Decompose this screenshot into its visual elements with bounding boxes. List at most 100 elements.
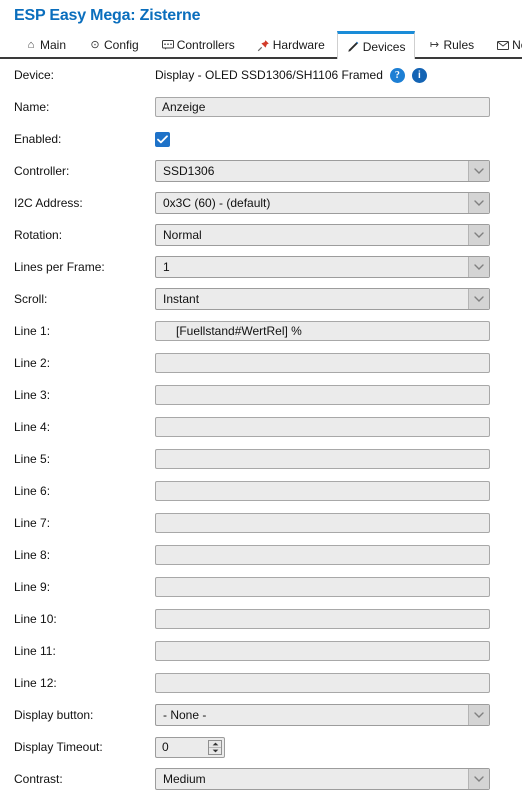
tab-controllers[interactable]: Controllers — [151, 32, 245, 57]
line-12-label: Line 12: — [14, 676, 57, 690]
chevron-down-icon — [468, 225, 489, 245]
tab-config[interactable]: ⊙ Config — [78, 32, 149, 57]
info-icon[interactable]: i — [411, 67, 427, 83]
line-11-input[interactable] — [155, 641, 490, 661]
line-3-input[interactable] — [155, 385, 490, 405]
display-button-select-value: - None - — [163, 708, 207, 722]
chevron-down-icon — [468, 769, 489, 789]
help-icon[interactable]: ? — [389, 67, 405, 83]
envelope-icon — [496, 38, 510, 52]
controller-select-value: SSD1306 — [163, 164, 215, 178]
name-label: Name: — [14, 100, 50, 114]
chevron-down-icon — [468, 257, 489, 277]
controller-label: Controller: — [14, 164, 70, 178]
line-6-label: Line 6: — [14, 484, 51, 498]
tab-controllers-label: Controllers — [176, 38, 235, 52]
line-4-label: Line 4: — [14, 420, 51, 434]
plug-icon — [347, 40, 361, 54]
line-8-input[interactable] — [155, 545, 490, 565]
row-line-6: Line 6: — [14, 475, 508, 507]
row-line-2: Line 2: — [14, 347, 508, 379]
rotation-select-value: Normal — [163, 228, 202, 242]
row-line-1: Line 1: — [14, 315, 508, 347]
row-name: Name: — [14, 91, 508, 123]
tab-hardware[interactable]: Hardware — [247, 32, 335, 57]
line-11-label: Line 11: — [14, 644, 56, 658]
stepper-down-icon[interactable] — [209, 748, 221, 754]
line-10-input[interactable] — [155, 609, 490, 629]
line-9-label: Line 9: — [14, 580, 51, 594]
line-4-input[interactable] — [155, 417, 490, 437]
tab-rules-label: Rules — [443, 38, 475, 52]
rotation-select[interactable]: Normal — [155, 224, 490, 246]
tab-devices-label: Devices — [362, 39, 406, 54]
pushpin-icon — [257, 38, 271, 52]
chevron-down-icon — [468, 289, 489, 309]
page-title: ESP Easy Mega: Zisterne — [14, 7, 201, 24]
enabled-checkbox[interactable] — [155, 131, 170, 147]
lines-per-frame-select-value: 1 — [163, 260, 170, 274]
scroll-label: Scroll: — [14, 292, 48, 306]
row-line-3: Line 3: — [14, 379, 508, 411]
contrast-select[interactable]: Medium — [155, 768, 490, 790]
row-line-11: Line 11: — [14, 635, 508, 667]
line-2-label: Line 2: — [14, 356, 51, 370]
rotation-label: Rotation: — [14, 228, 63, 242]
row-display-button: Display button: - None - — [14, 699, 508, 731]
chevron-down-icon — [468, 705, 489, 725]
row-line-12: Line 12: — [14, 667, 508, 699]
row-lines-per-frame: Lines per Frame: 1 — [14, 251, 508, 283]
row-device: Device: Display - OLED SSD1306/SH1106 Fr… — [14, 59, 508, 91]
chevron-down-icon — [468, 193, 489, 213]
line-6-input[interactable] — [155, 481, 490, 501]
display-button-label: Display button: — [14, 708, 94, 722]
device-value: Display - OLED SSD1306/SH1106 Framed — [155, 68, 383, 82]
home-icon: ⌂ — [27, 38, 35, 51]
line-8-label: Line 8: — [14, 548, 51, 562]
tab-notifications-label: Notifications — [512, 38, 522, 52]
controller-select[interactable]: SSD1306 — [155, 160, 490, 182]
display-timeout-label: Display Timeout: — [14, 740, 103, 754]
arrow-right-icon: ↦ — [429, 38, 440, 51]
line-3-label: Line 3: — [14, 388, 51, 402]
i2c-address-select-value: 0x3C (60) - (default) — [163, 196, 271, 210]
line-7-label: Line 7: — [14, 516, 51, 530]
line-7-input[interactable] — [155, 513, 490, 533]
line-9-input[interactable] — [155, 577, 490, 597]
row-display-timeout: Display Timeout: 0 — [14, 731, 508, 763]
row-controller: Controller: SSD1306 — [14, 155, 508, 187]
contrast-select-value: Medium — [163, 772, 206, 786]
row-line-9: Line 9: — [14, 571, 508, 603]
tab-hardware-label: Hardware — [272, 38, 325, 52]
tab-main[interactable]: ⌂ Main — [14, 32, 76, 57]
row-rotation: Rotation: Normal — [14, 219, 508, 251]
i2c-address-select[interactable]: 0x3C (60) - (default) — [155, 192, 490, 214]
line-2-input[interactable] — [155, 353, 490, 373]
spinner-buttons — [208, 739, 222, 755]
display-timeout-stepper[interactable]: 0 — [155, 736, 225, 758]
line-5-label: Line 5: — [14, 452, 51, 466]
line-1-input[interactable] — [155, 321, 490, 341]
lines-per-frame-label: Lines per Frame: — [14, 260, 105, 274]
device-value-group: Display - OLED SSD1306/SH1106 Framed ? i — [155, 67, 508, 83]
device-settings-form: Device: Display - OLED SSD1306/SH1106 Fr… — [0, 59, 522, 795]
chat-bubble-icon — [161, 38, 175, 52]
chevron-down-icon — [468, 161, 489, 181]
scroll-select[interactable]: Instant — [155, 288, 490, 310]
tab-rules[interactable]: ↦ Rules — [417, 32, 484, 57]
name-input[interactable] — [155, 97, 490, 117]
row-line-4: Line 4: — [14, 411, 508, 443]
tab-devices[interactable]: Devices — [336, 31, 416, 59]
line-12-input[interactable] — [155, 673, 490, 693]
row-i2c-address: I2C Address: 0x3C (60) - (default) — [14, 187, 508, 219]
main-tab-bar: ⌂ Main ⊙ Config Controllers Hardware Dev… — [0, 31, 522, 59]
lines-per-frame-select[interactable]: 1 — [155, 256, 490, 278]
tab-config-label: Config — [104, 38, 139, 52]
tab-notifications[interactable]: Notifications — [486, 32, 522, 57]
line-1-label: Line 1: — [14, 324, 51, 338]
stepper-up-icon[interactable] — [209, 741, 221, 748]
line-10-label: Line 10: — [14, 612, 57, 626]
line-5-input[interactable] — [155, 449, 490, 469]
scroll-select-value: Instant — [163, 292, 200, 306]
display-button-select[interactable]: - None - — [155, 704, 490, 726]
